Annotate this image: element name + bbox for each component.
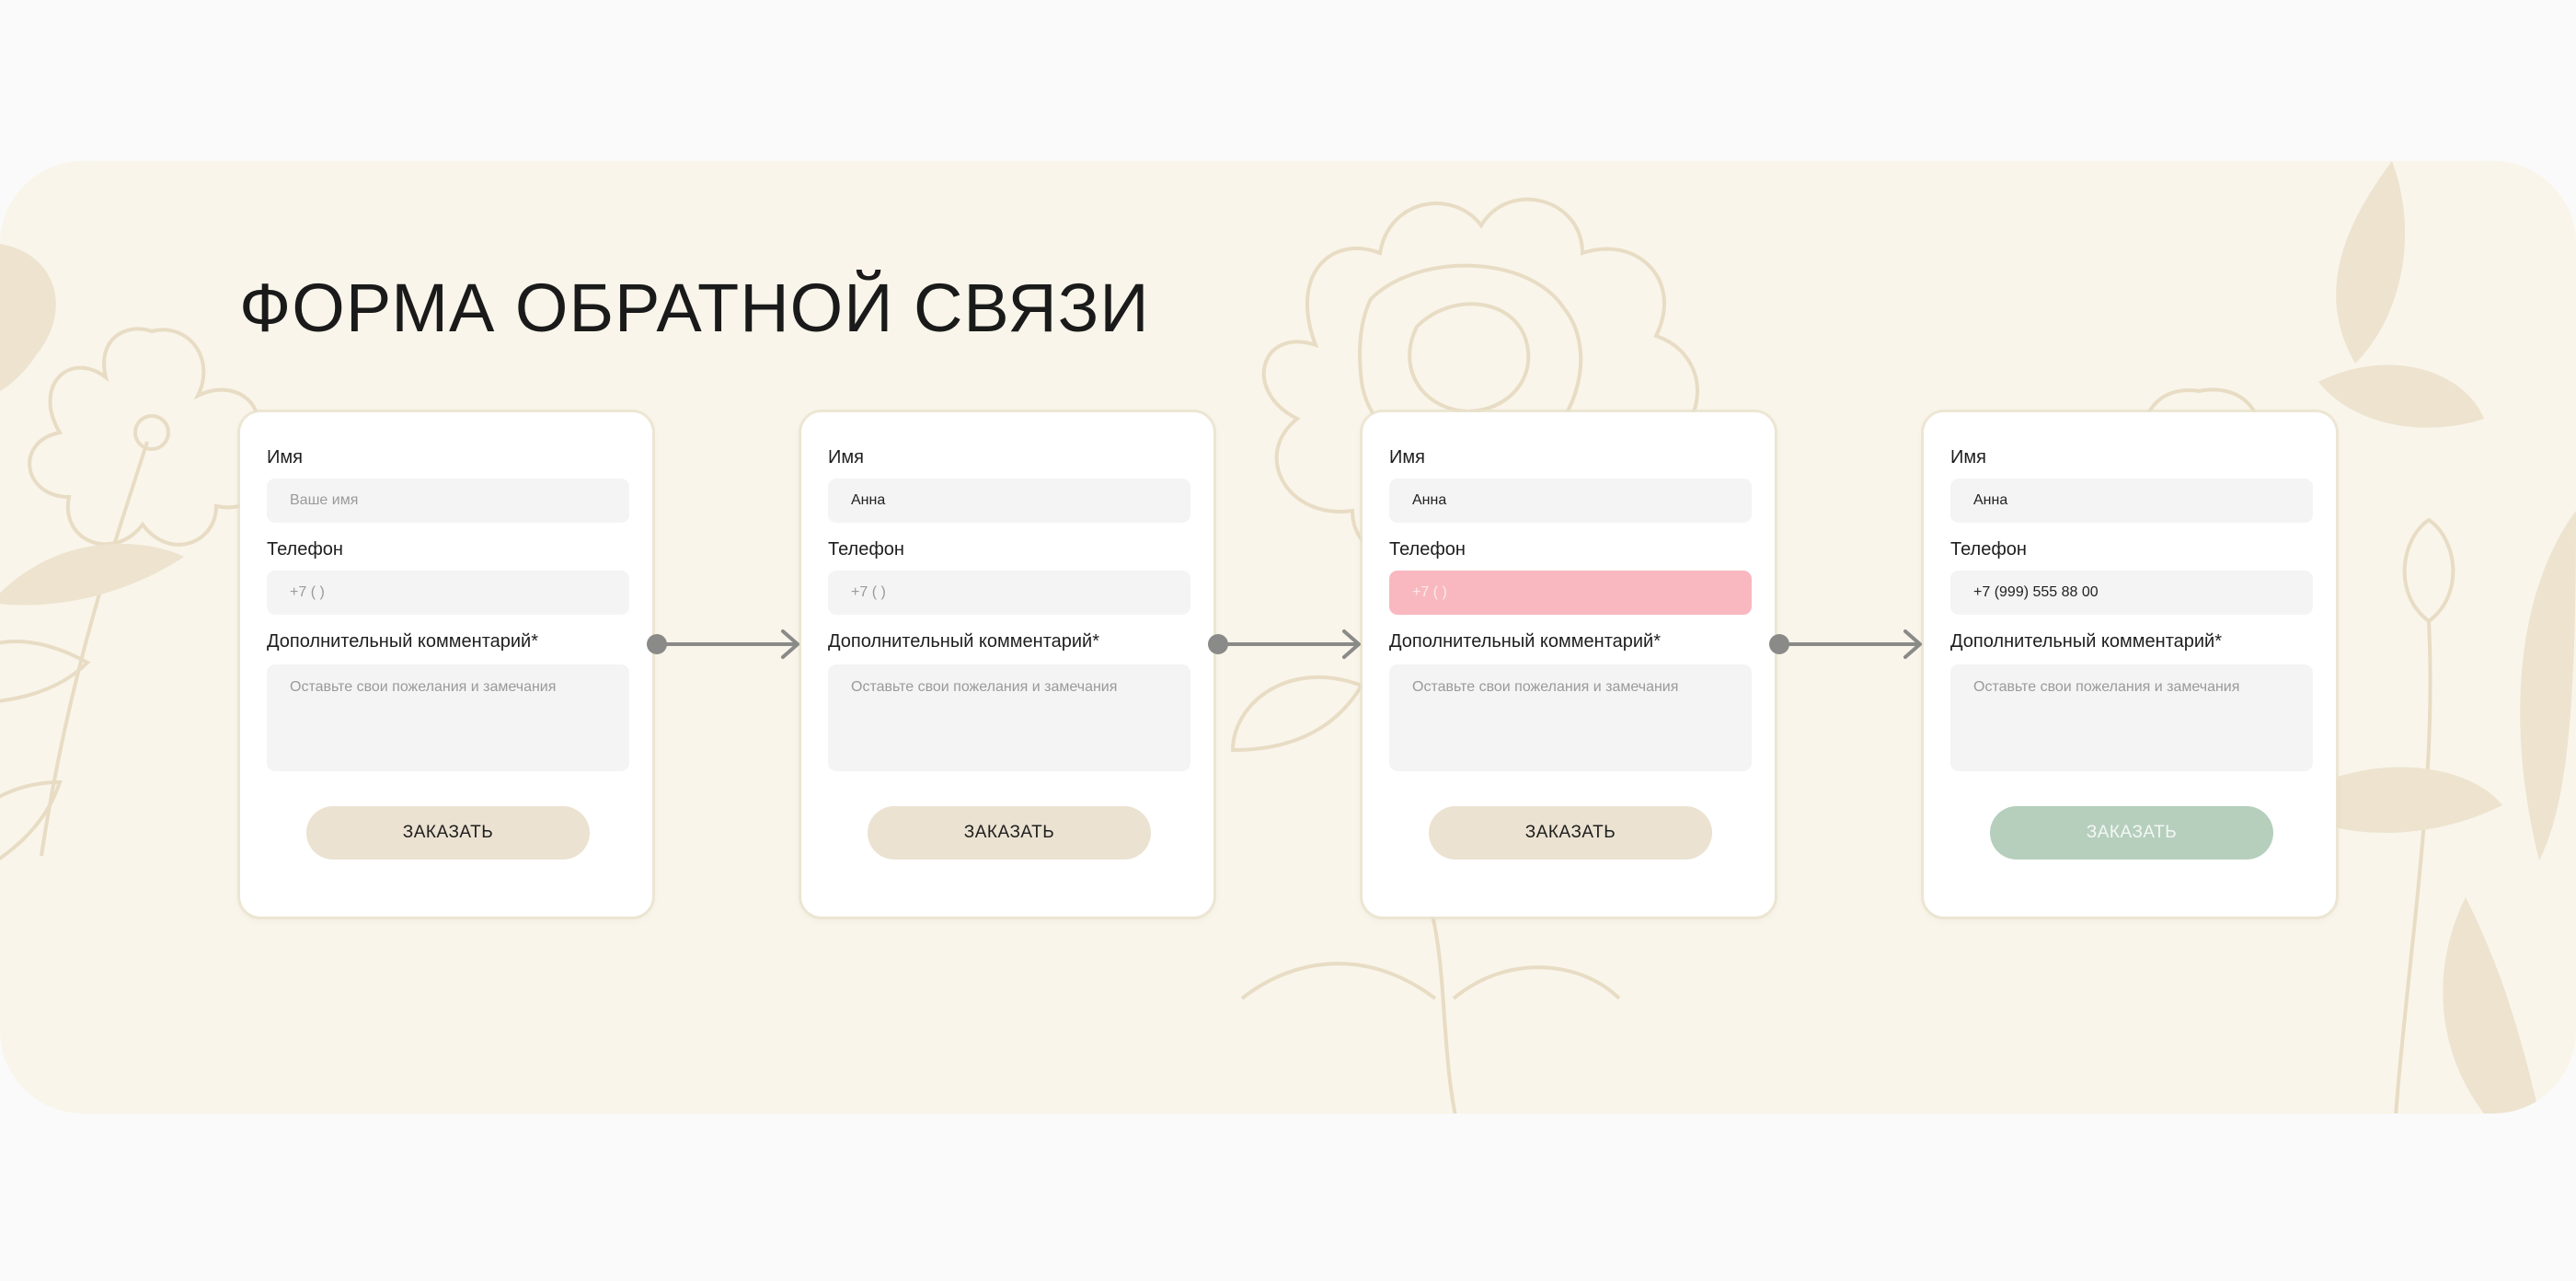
phone-label: Телефон [1950, 539, 2027, 560]
comment-textarea[interactable]: Оставьте свои пожелания и замечания [1389, 664, 1752, 771]
phone-label: Телефон [1389, 539, 1466, 560]
arrow-right-icon [647, 629, 799, 659]
name-label: Имя [267, 447, 303, 467]
arrow-right-icon [1769, 629, 1922, 659]
name-input[interactable]: Анна [828, 479, 1190, 523]
name-input[interactable]: Анна [1389, 479, 1752, 523]
submit-button-success[interactable]: ЗАКАЗАТЬ [1990, 806, 2273, 860]
form-card-phone-error: Имя Анна Телефон +7 ( ) Дополнительный к… [1363, 412, 1775, 917]
form-card-empty: Имя Ваше имя Телефон +7 ( ) Дополнительн… [240, 412, 652, 917]
phone-input[interactable]: +7 (999) 555 88 00 [1950, 571, 2313, 615]
submit-button[interactable]: ЗАКАЗАТЬ [1429, 806, 1712, 860]
comment-textarea[interactable]: Оставьте свои пожелания и замечания [828, 664, 1190, 771]
name-label: Имя [1950, 447, 1986, 467]
submit-button[interactable]: ЗАКАЗАТЬ [868, 806, 1151, 860]
phone-input-error[interactable]: +7 ( ) [1389, 571, 1752, 615]
phone-input[interactable]: +7 ( ) [267, 571, 629, 615]
form-card-name-filled: Имя Анна Телефон +7 ( ) Дополнительный к… [801, 412, 1213, 917]
name-input[interactable]: Ваше имя [267, 479, 629, 523]
comment-label: Дополнительный комментарий* [1389, 631, 1661, 652]
phone-label: Телефон [267, 539, 343, 560]
form-card-completed: Имя Анна Телефон +7 (999) 555 88 00 Допо… [1924, 412, 2336, 917]
comment-label: Дополнительный комментарий* [828, 631, 1099, 652]
phone-input[interactable]: +7 ( ) [828, 571, 1190, 615]
name-label: Имя [828, 447, 864, 467]
name-label: Имя [1389, 447, 1425, 467]
name-input[interactable]: Анна [1950, 479, 2313, 523]
page-title: ФОРМА ОБРАТНОЙ СВЯЗИ [239, 270, 1150, 346]
comment-label: Дополнительный комментарий* [267, 631, 538, 652]
phone-label: Телефон [828, 539, 904, 560]
comment-textarea[interactable]: Оставьте свои пожелания и замечания [267, 664, 629, 771]
comment-label: Дополнительный комментарий* [1950, 631, 2222, 652]
comment-textarea[interactable]: Оставьте свои пожелания и замечания [1950, 664, 2313, 771]
submit-button[interactable]: ЗАКАЗАТЬ [306, 806, 590, 860]
arrow-right-icon [1208, 629, 1361, 659]
